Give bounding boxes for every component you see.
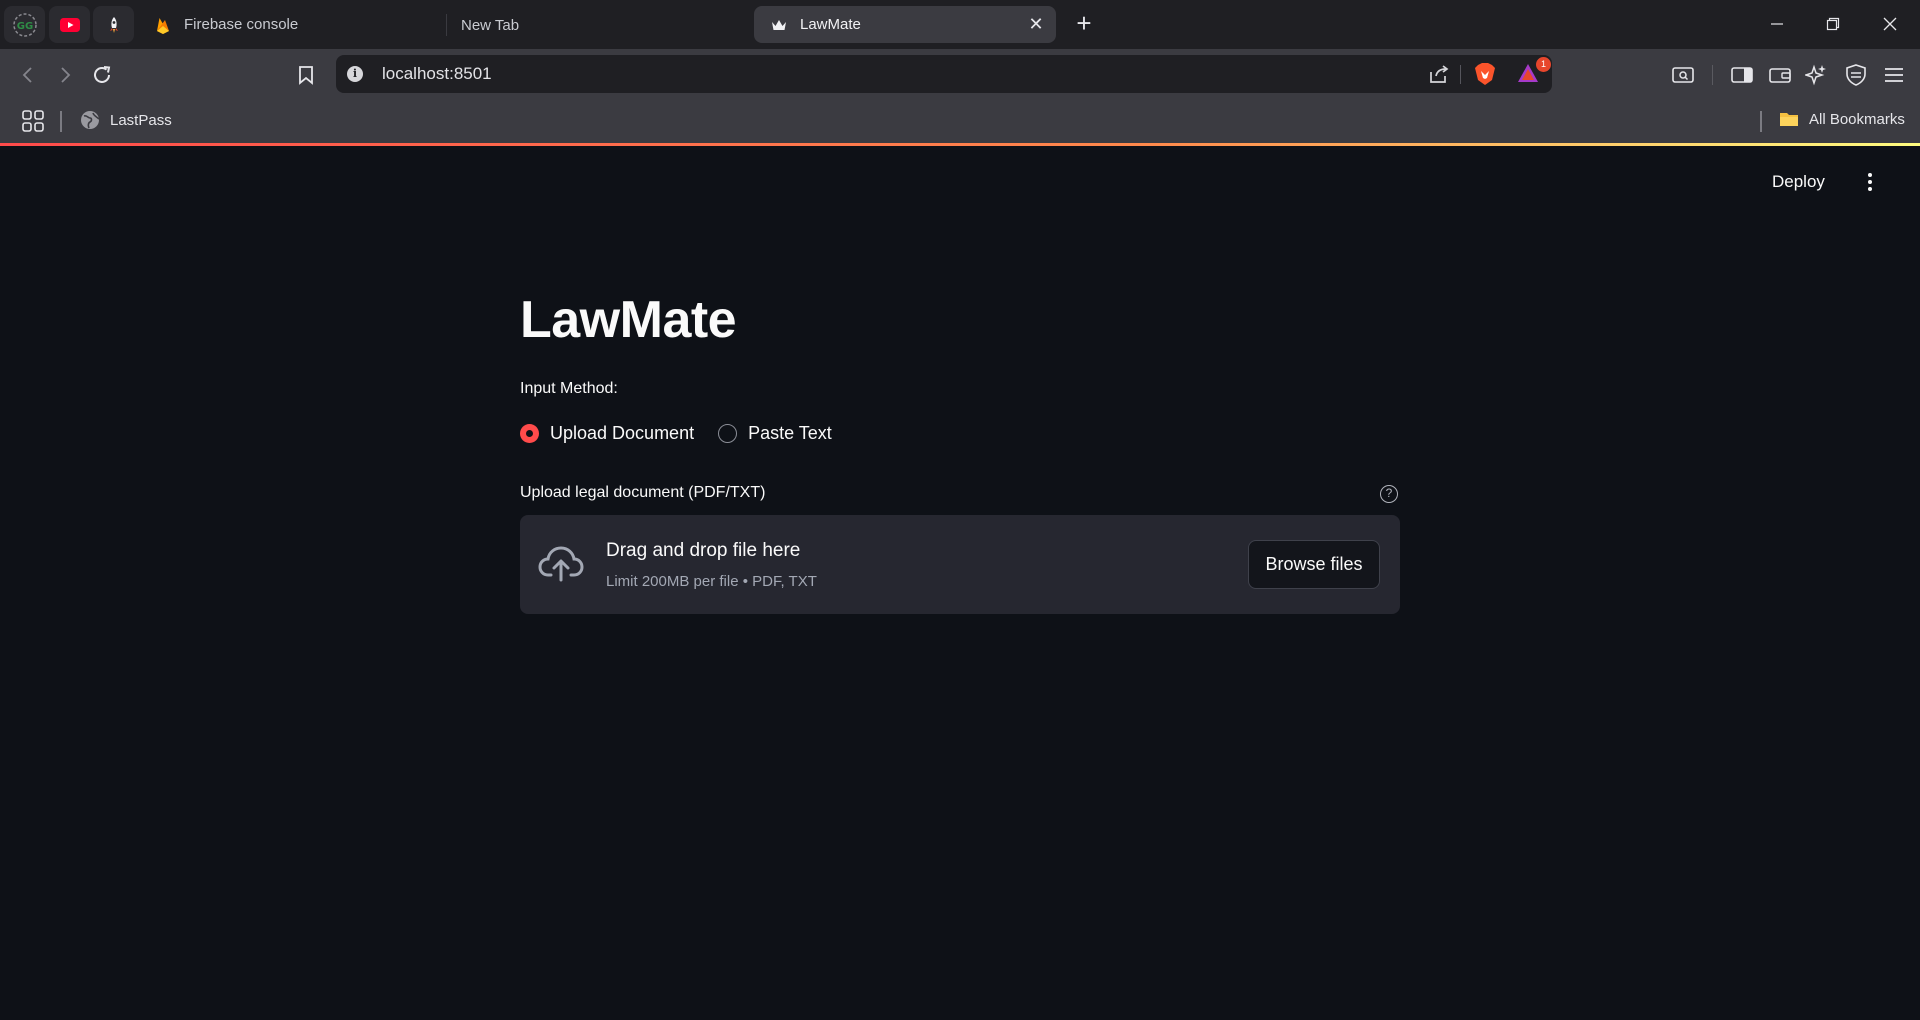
input-method-radio-group: Upload Document Paste Text [520, 423, 856, 444]
page-title: LawMate [520, 291, 737, 349]
more-options-icon[interactable] [1860, 170, 1880, 194]
svg-text:GG: GG [16, 21, 32, 32]
rocket-icon [109, 16, 118, 33]
address-input[interactable]: localhost:8501 [382, 64, 492, 84]
page-search-button[interactable] [1670, 62, 1696, 88]
minimize-window-button[interactable] [1762, 10, 1792, 38]
rewards-badge: 1 [1536, 57, 1551, 72]
dropzone-limit-text: Limit 200MB per file • PDF, TXT [606, 573, 817, 590]
tab-lawmate[interactable]: LawMate ✕ [754, 6, 1056, 43]
forward-button[interactable] [51, 61, 79, 89]
bookmarks-bar: LastPass All Bookmarks [0, 100, 1920, 143]
pinned-tab-youtube[interactable] [49, 6, 90, 43]
bookmark-lastpass[interactable]: LastPass [80, 110, 172, 130]
back-button[interactable] [14, 61, 42, 89]
sidebar-icon [1731, 67, 1753, 83]
firebase-icon [154, 16, 172, 34]
tab-title: LawMate [800, 16, 861, 33]
tab-strip: GG Firebase console New Tab LawMate ✕ + [0, 0, 1920, 49]
wallet-icon [1769, 68, 1791, 83]
uploader-label: Upload legal document (PDF/TXT) [520, 484, 766, 501]
dropzone-title: Drag and drop file here [606, 540, 801, 561]
crown-icon [770, 16, 788, 34]
forward-arrow-icon [61, 67, 71, 83]
radio-paste-text[interactable]: Paste Text [718, 423, 832, 444]
hamburger-menu-icon [1885, 68, 1903, 82]
reload-icon [94, 66, 111, 83]
all-bookmarks-button[interactable]: All Bookmarks [1779, 110, 1905, 128]
radio-upload-document[interactable]: Upload Document [520, 423, 694, 444]
shield-icon [1846, 64, 1866, 86]
all-bookmarks-label: All Bookmarks [1809, 110, 1905, 128]
divider [1712, 65, 1713, 85]
browser-toolbar: i localhost:8501 1 [0, 49, 1920, 100]
help-tooltip-icon[interactable]: ? [1380, 485, 1398, 503]
deploy-button[interactable]: Deploy [1772, 172, 1825, 192]
browse-files-button[interactable]: Browse files [1248, 540, 1380, 589]
tab-new-tab[interactable]: New Tab [446, 14, 751, 36]
divider [1460, 65, 1461, 84]
main-menu-button[interactable] [1881, 62, 1907, 88]
back-arrow-icon [22, 67, 32, 83]
restore-window-button[interactable] [1818, 10, 1848, 38]
minimize-icon [1771, 23, 1783, 25]
tab-title: Firebase console [184, 16, 299, 33]
divider [60, 111, 62, 132]
close-window-button[interactable] [1875, 10, 1905, 38]
wallet-button[interactable] [1767, 62, 1793, 88]
sidebar-toggle-button[interactable] [1729, 62, 1755, 88]
restore-icon [1826, 17, 1840, 31]
leo-ai-button[interactable] [1803, 62, 1829, 88]
bookmark-icon [299, 66, 313, 85]
geeks-logo-icon: GG [12, 12, 37, 37]
apps-grid-icon[interactable] [22, 110, 44, 137]
pinned-tab-geeks[interactable]: GG [4, 6, 45, 43]
file-dropzone[interactable]: Drag and drop file here Limit 200MB per … [520, 515, 1400, 614]
site-info-icon[interactable]: i [347, 66, 363, 82]
address-bar[interactable]: i localhost:8501 1 [336, 55, 1552, 93]
brave-shields-icon[interactable] [1474, 62, 1496, 91]
cloud-upload-icon [538, 545, 584, 588]
sparkle-icon [1805, 64, 1826, 86]
reload-button[interactable] [88, 61, 116, 89]
tab-title: New Tab [461, 16, 520, 34]
radio-selected-icon[interactable] [520, 424, 539, 443]
app-main: Deploy LawMate Input Method: Upload Docu… [0, 146, 1920, 1020]
radio-label: Upload Document [550, 423, 695, 443]
folder-icon [1779, 110, 1799, 128]
search-panel-icon [1672, 67, 1694, 83]
close-tab-icon[interactable]: ✕ [1026, 14, 1046, 34]
input-method-label: Input Method: [520, 380, 618, 397]
youtube-icon [59, 17, 80, 32]
radio-label: Paste Text [748, 423, 832, 443]
pinned-tab-rocket[interactable] [93, 6, 134, 43]
globe-icon [80, 110, 100, 130]
new-tab-button[interactable]: + [1070, 10, 1098, 38]
bookmark-page-button[interactable] [292, 61, 320, 89]
radio-unselected-icon[interactable] [718, 424, 738, 443]
close-icon [1883, 17, 1897, 31]
vpn-button[interactable] [1843, 62, 1869, 88]
tab-firebase-console[interactable]: Firebase console [154, 6, 444, 43]
share-icon[interactable] [1428, 64, 1450, 89]
divider [1760, 111, 1762, 132]
bookmark-label: LastPass [110, 111, 172, 129]
